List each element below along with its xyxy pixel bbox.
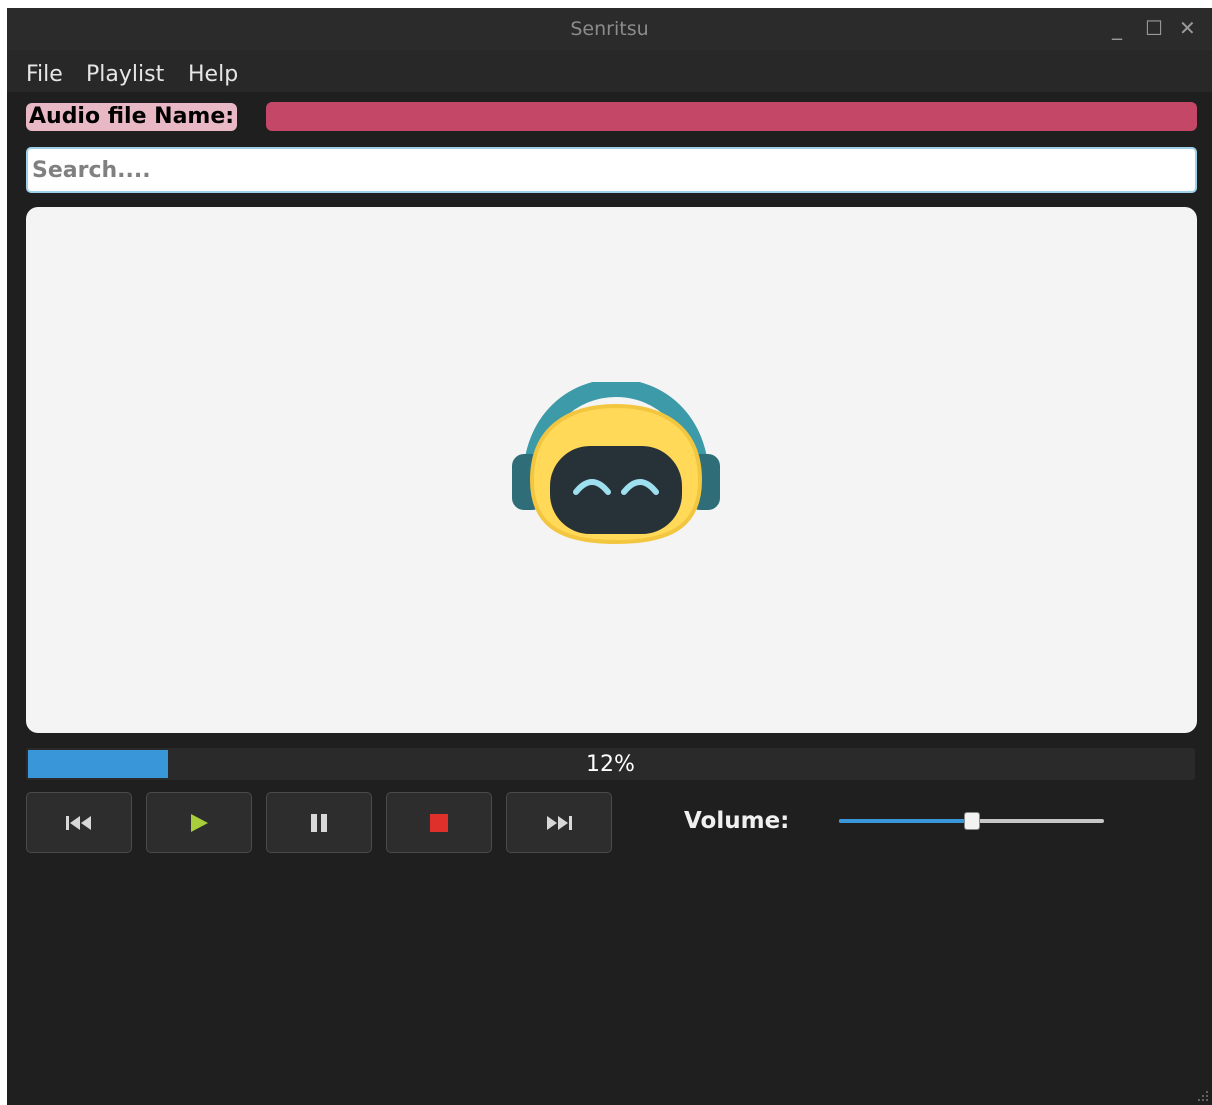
headphone-mascot-icon [512,382,720,545]
minimize-icon[interactable]: _ [1112,18,1122,38]
pause-icon [311,813,327,832]
volume-slider-handle[interactable] [964,812,980,830]
play-icon [191,813,208,832]
progress-bar[interactable]: 12% [26,748,1195,780]
next-button[interactable] [506,792,612,853]
skip-back-icon [66,815,91,830]
album-art-area [26,207,1197,733]
close-icon[interactable]: ✕ [1179,18,1196,38]
skip-forward-icon [547,815,572,830]
stop-button[interactable] [386,792,492,853]
stop-icon [430,813,448,832]
volume-slider[interactable] [839,812,1104,830]
pause-button[interactable] [266,792,372,853]
search-input[interactable] [26,147,1197,193]
window-title: Senritsu [570,18,649,40]
title-bar[interactable]: Senritsu _ ☐ ✕ [7,8,1212,50]
resize-grip-icon[interactable] [1195,1088,1209,1102]
audio-file-name-label: Audio file Name: [26,103,238,131]
menu-bar: File Playlist Help [7,50,1212,92]
menu-file[interactable]: File [26,62,63,87]
maximize-icon[interactable]: ☐ [1145,18,1163,38]
menu-help[interactable]: Help [188,62,238,87]
audio-file-name-value [266,102,1197,131]
progress-text: 12% [586,752,635,777]
play-button[interactable] [146,792,252,853]
volume-label: Volume: [684,808,790,834]
volume-slider-fill [839,819,972,823]
app-window: Senritsu _ ☐ ✕ File Playlist Help Audio … [7,8,1212,1105]
menu-playlist[interactable]: Playlist [86,62,164,87]
previous-button[interactable] [26,792,132,853]
